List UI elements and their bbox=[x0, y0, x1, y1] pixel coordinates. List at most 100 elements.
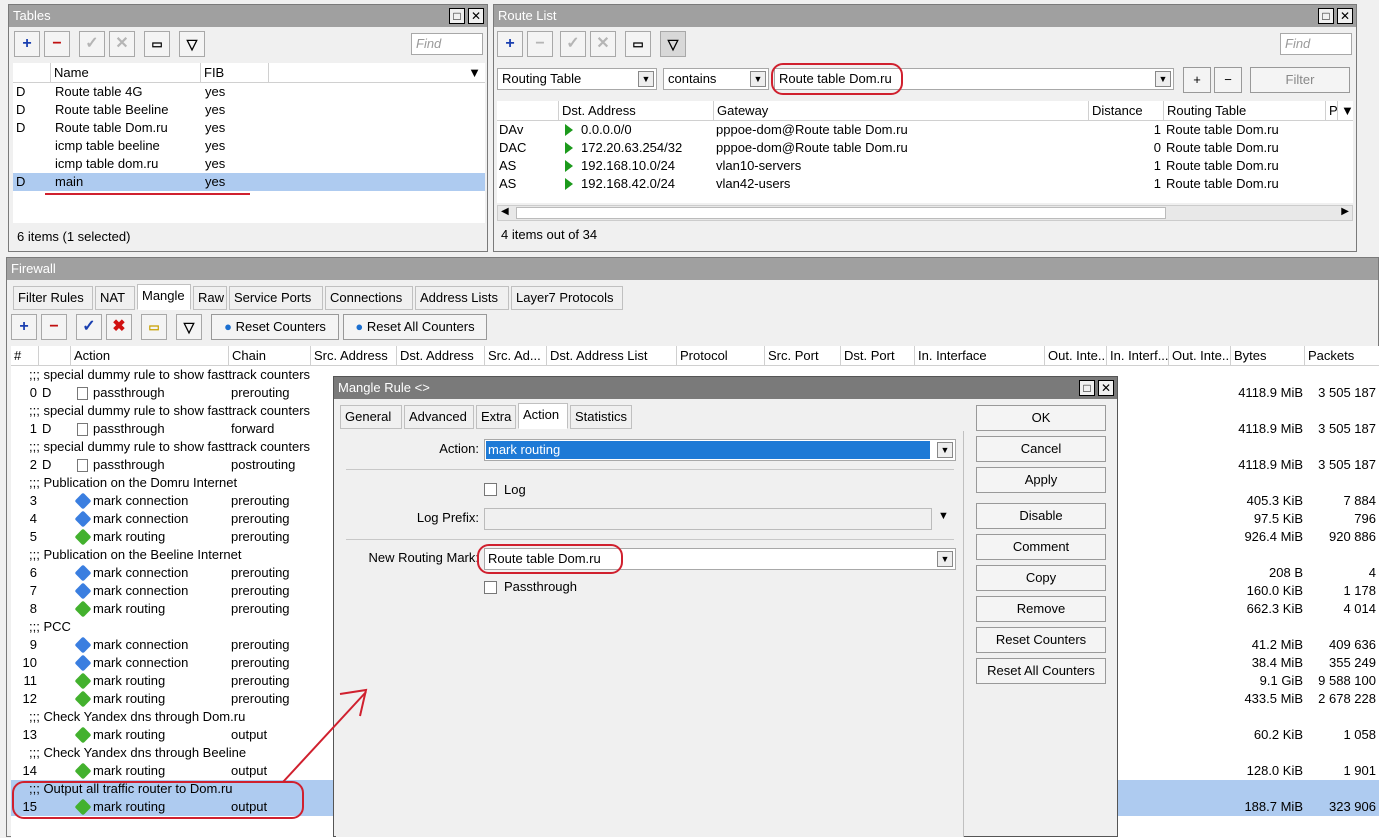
maximize-icon[interactable]: □ bbox=[1079, 380, 1095, 396]
comment-icon[interactable]: ▭ bbox=[141, 314, 167, 340]
column-header[interactable]: Bytes bbox=[1231, 346, 1305, 366]
ok-button[interactable]: OK bbox=[976, 405, 1106, 431]
column-header[interactable]: Src. Port bbox=[765, 346, 841, 366]
find-input[interactable]: Find bbox=[411, 33, 483, 55]
filter-field-select[interactable]: Routing Table ▼ bbox=[497, 68, 657, 90]
disable-icon[interactable]: ✖ bbox=[106, 314, 132, 340]
table-row[interactable]: D Route table 4G yes bbox=[13, 83, 485, 101]
column-header[interactable]: Out. Inte... bbox=[1045, 346, 1107, 366]
find-input[interactable]: Find bbox=[1280, 33, 1352, 55]
distance-header[interactable]: Distance bbox=[1089, 101, 1164, 121]
reset-all-counters-button[interactable]: Reset All Counters bbox=[976, 658, 1106, 684]
comment-button[interactable]: Comment bbox=[976, 534, 1106, 560]
filter-icon[interactable]: ▽ bbox=[660, 31, 686, 57]
dropdown-arrow-icon[interactable]: ▼ bbox=[937, 442, 953, 458]
route-row[interactable]: AS 192.168.10.0/24 vlan10-servers 1 Route ta… bbox=[497, 157, 1353, 175]
tab-service-ports[interactable]: Service Ports bbox=[229, 286, 323, 310]
log-checkbox[interactable] bbox=[484, 483, 497, 496]
remove-icon[interactable]: − bbox=[44, 31, 70, 57]
route-row[interactable]: AS 192.168.42.0/24 vlan42-users 1 Route tabl… bbox=[497, 175, 1353, 193]
routing-table-header[interactable]: Routing Table bbox=[1164, 101, 1326, 121]
gateway-header[interactable]: Gateway bbox=[714, 101, 1089, 121]
add-icon[interactable]: + bbox=[14, 31, 40, 57]
reset-counters-button[interactable]: ● Reset Counters bbox=[211, 314, 339, 340]
table-row[interactable]: icmp table dom.ru yes bbox=[13, 155, 485, 173]
filter-button[interactable]: Filter bbox=[1250, 67, 1350, 93]
close-icon[interactable]: ✕ bbox=[1098, 380, 1114, 396]
tab-statistics[interactable]: Statistics bbox=[570, 405, 632, 429]
flag-header[interactable] bbox=[39, 346, 71, 366]
column-header[interactable]: Out. Inte... bbox=[1169, 346, 1231, 366]
tab-extra[interactable]: Extra bbox=[476, 405, 516, 429]
enable-icon[interactable]: ✓ bbox=[76, 314, 102, 340]
tab-advanced[interactable]: Advanced bbox=[404, 405, 474, 429]
disable-button[interactable]: Disable bbox=[976, 503, 1106, 529]
column-header[interactable]: In. Interface bbox=[915, 346, 1045, 366]
action-select[interactable]: mark routing ▼ bbox=[484, 439, 956, 461]
tab-general[interactable]: General bbox=[340, 405, 402, 429]
tab-raw[interactable]: Raw bbox=[193, 286, 227, 310]
column-header[interactable]: Src. Address bbox=[311, 346, 397, 366]
comment-icon[interactable]: ▭ bbox=[625, 31, 651, 57]
flag-column-header[interactable] bbox=[497, 101, 559, 121]
add-icon[interactable]: + bbox=[497, 31, 523, 57]
column-header[interactable]: Dst. Address List bbox=[547, 346, 677, 366]
add-filter-button[interactable]: + bbox=[1183, 67, 1211, 93]
remove-icon[interactable]: − bbox=[41, 314, 67, 340]
flag-column-header[interactable] bbox=[13, 63, 51, 83]
fib-column-header[interactable]: FIB bbox=[201, 63, 269, 83]
tab-nat[interactable]: NAT bbox=[95, 286, 135, 310]
dst-address-header[interactable]: Dst. Address bbox=[559, 101, 714, 121]
pref-source-header[interactable]: P bbox=[1326, 101, 1338, 121]
column-header[interactable]: Dst. Address bbox=[397, 346, 485, 366]
add-icon[interactable]: + bbox=[11, 314, 37, 340]
dropdown-arrow-icon[interactable]: ▼ bbox=[937, 551, 953, 567]
passthrough-checkbox[interactable] bbox=[484, 581, 497, 594]
maximize-icon[interactable]: □ bbox=[449, 8, 465, 24]
filter-icon[interactable]: ▽ bbox=[179, 31, 205, 57]
comment-icon[interactable]: ▭ bbox=[144, 31, 170, 57]
tab-filter-rules[interactable]: Filter Rules bbox=[13, 286, 93, 310]
cancel-button[interactable]: Cancel bbox=[976, 436, 1106, 462]
tab-mangle[interactable]: Mangle bbox=[137, 284, 191, 310]
reset-counters-button[interactable]: Reset Counters bbox=[976, 627, 1106, 653]
apply-button[interactable]: Apply bbox=[976, 467, 1106, 493]
remove-icon[interactable]: − bbox=[527, 31, 553, 57]
log-prefix-input[interactable] bbox=[484, 508, 932, 530]
chevron-down-icon[interactable]: ▼ bbox=[938, 510, 949, 522]
column-header[interactable]: Action bbox=[71, 346, 229, 366]
reset-all-counters-button[interactable]: ● Reset All Counters bbox=[343, 314, 487, 340]
enable-icon[interactable]: ✓ bbox=[79, 31, 105, 57]
column-header[interactable]: Packets bbox=[1305, 346, 1379, 366]
route-row[interactable]: DAC 172.20.63.254/32 pppoe-dom@Route table… bbox=[497, 139, 1353, 157]
dropdown-arrow-icon[interactable]: ▼ bbox=[638, 71, 654, 87]
column-header[interactable]: Src. Ad... bbox=[485, 346, 547, 366]
disable-icon[interactable]: ✕ bbox=[590, 31, 616, 57]
column-header[interactable]: Chain bbox=[229, 346, 311, 366]
dropdown-arrow-icon[interactable]: ▼ bbox=[750, 71, 766, 87]
filter-icon[interactable]: ▽ bbox=[176, 314, 202, 340]
name-column-header[interactable]: Name bbox=[51, 63, 201, 83]
horizontal-scrollbar[interactable]: ◀ ▶ bbox=[497, 205, 1353, 221]
close-icon[interactable]: ✕ bbox=[468, 8, 484, 24]
tab-action[interactable]: Action bbox=[518, 403, 568, 429]
copy-button[interactable]: Copy bbox=[976, 565, 1106, 591]
disable-icon[interactable]: ✕ bbox=[109, 31, 135, 57]
route-row[interactable]: DAv 0.0.0.0/0 pppoe-dom@Route table Dom.ru… bbox=[497, 121, 1353, 139]
column-header[interactable]: Protocol bbox=[677, 346, 765, 366]
filter-op-select[interactable]: contains ▼ bbox=[663, 68, 769, 90]
enable-icon[interactable]: ✓ bbox=[560, 31, 586, 57]
table-row[interactable]: Dmain yes bbox=[13, 173, 485, 191]
column-menu[interactable]: ▼ bbox=[269, 63, 485, 83]
remove-button[interactable]: Remove bbox=[976, 596, 1106, 622]
maximize-icon[interactable]: □ bbox=[1318, 8, 1334, 24]
column-menu[interactable]: ▼ bbox=[1338, 101, 1353, 121]
column-header[interactable]: # bbox=[11, 346, 39, 366]
column-header[interactable]: In. Interf... bbox=[1107, 346, 1169, 366]
remove-filter-button[interactable]: − bbox=[1214, 67, 1242, 93]
tab-layer7-protocols[interactable]: Layer7 Protocols bbox=[511, 286, 623, 310]
column-header[interactable]: Dst. Port bbox=[841, 346, 915, 366]
close-icon[interactable]: ✕ bbox=[1337, 8, 1353, 24]
tab-connections[interactable]: Connections bbox=[325, 286, 413, 310]
dropdown-arrow-icon[interactable]: ▼ bbox=[1155, 71, 1171, 87]
